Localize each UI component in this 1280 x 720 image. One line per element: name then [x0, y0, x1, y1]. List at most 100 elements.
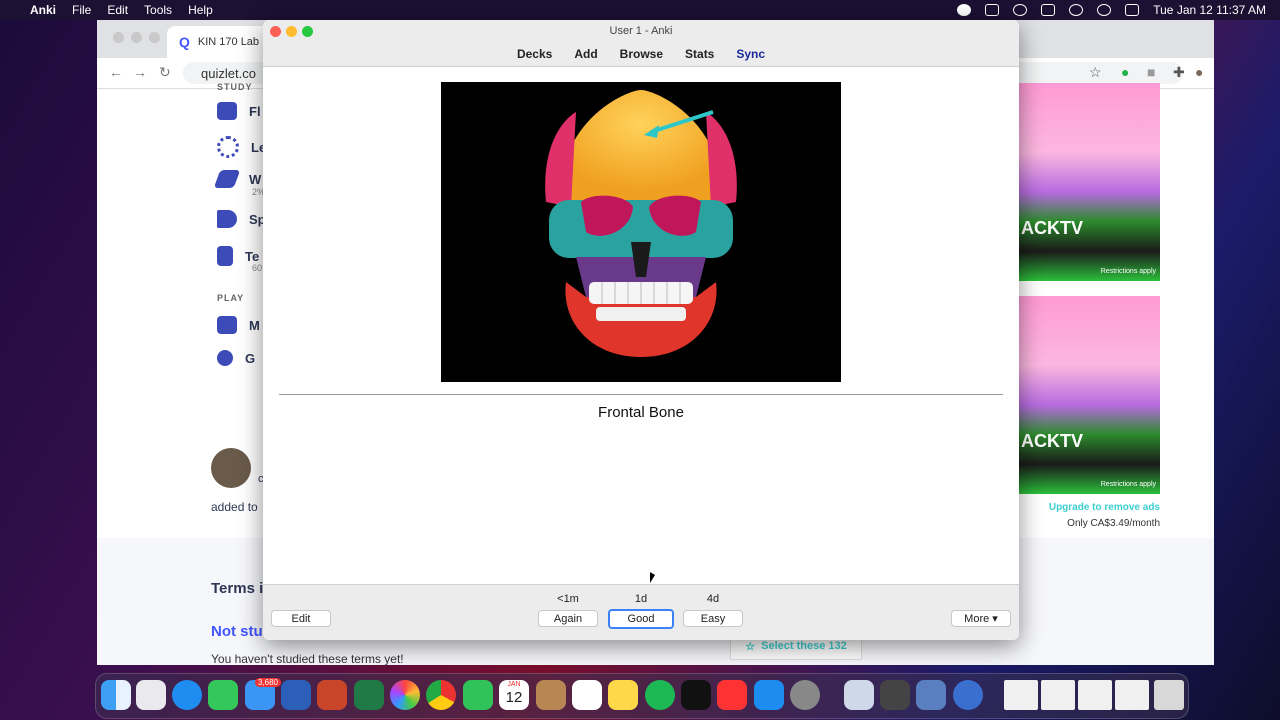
facetime-icon[interactable]: [463, 680, 493, 710]
chrome-zoom-button[interactable]: [149, 32, 160, 43]
nav-add[interactable]: Add: [574, 47, 597, 61]
play-gravity[interactable]: G: [217, 350, 255, 366]
nav-sync[interactable]: Sync: [736, 47, 765, 61]
photos-icon[interactable]: [390, 680, 420, 710]
user-avatar[interactable]: [211, 448, 251, 488]
search-icon[interactable]: [1097, 4, 1112, 16]
reminders-icon[interactable]: [572, 680, 602, 710]
again-interval: <1m: [557, 593, 579, 605]
address-bar-url: quizlet.co: [201, 65, 256, 81]
stop-recording-icon[interactable]: [957, 4, 972, 16]
quicktime-icon[interactable]: [953, 680, 983, 710]
recent-document-thumbnail[interactable]: [1041, 680, 1075, 710]
mail-badge: 3,680: [254, 678, 281, 687]
battery-icon[interactable]: [1041, 4, 1056, 16]
chrome-close-button[interactable]: [113, 32, 124, 43]
ad-restrictions-2: Restrictions apply: [1100, 481, 1156, 488]
mail-icon[interactable]: 3,680: [245, 678, 281, 710]
more-button[interactable]: More ▾: [951, 610, 1011, 627]
bookmark-star-icon[interactable]: ☆: [1089, 64, 1102, 81]
menubar-clock[interactable]: Tue Jan 12 11:37 AM: [1153, 3, 1266, 17]
contacts-icon[interactable]: [536, 680, 566, 710]
system-preferences-icon[interactable]: [790, 680, 820, 710]
calendar-month: JAN: [507, 681, 521, 688]
upgrade-price: Only CA$3.49/month: [1067, 518, 1160, 529]
control-center-icon[interactable]: [1125, 4, 1140, 16]
study-learn[interactable]: Le: [217, 136, 266, 158]
wifi-icon[interactable]: [1069, 4, 1084, 16]
spotify-icon[interactable]: [645, 680, 675, 710]
safari-icon[interactable]: [172, 680, 202, 710]
reload-icon[interactable]: ↻: [159, 64, 171, 81]
test-count: 60: [252, 263, 263, 273]
play-match[interactable]: M: [217, 316, 260, 334]
easy-button[interactable]: Easy: [683, 610, 743, 627]
terms-heading: Terms i: [211, 580, 264, 597]
nav-browse[interactable]: Browse: [620, 47, 663, 61]
messages-icon[interactable]: [208, 680, 238, 710]
extension-icon[interactable]: ■: [1147, 64, 1155, 80]
apple-tv-icon[interactable]: [681, 680, 711, 710]
recent-document-thumbnail[interactable]: [1115, 680, 1149, 710]
advertisement-top[interactable]: ACKTV Restrictions apply: [1019, 83, 1160, 281]
again-button[interactable]: Again: [538, 610, 598, 627]
star-icon: ☆: [745, 640, 756, 653]
question-answer-divider: [279, 394, 1003, 395]
grammarly-extension-icon[interactable]: ●: [1121, 64, 1129, 80]
recent-document-thumbnail[interactable]: [1004, 680, 1038, 710]
menu-app-anki[interactable]: Anki: [30, 3, 56, 17]
excel-icon[interactable]: [354, 680, 384, 710]
recent-document-thumbnail[interactable]: [1078, 680, 1112, 710]
cloud-icon[interactable]: [985, 4, 1000, 16]
chrome-minimize-button[interactable]: [131, 32, 142, 43]
launchpad-icon[interactable]: [136, 680, 166, 710]
puzzle-extensions-icon[interactable]: ✚: [1173, 64, 1185, 81]
speaker-icon: [217, 210, 237, 228]
back-arrow-icon[interactable]: ←: [109, 64, 123, 80]
chrome-icon[interactable]: [426, 680, 456, 710]
nav-decks[interactable]: Decks: [517, 47, 552, 61]
menu-edit[interactable]: Edit: [107, 3, 128, 17]
anki-window: User 1 - Anki Decks Add Browse Stats Syn…: [263, 20, 1019, 640]
menubar-status-area: Tue Jan 12 11:37 AM: [957, 0, 1266, 20]
word-icon[interactable]: [281, 680, 311, 710]
notes-icon[interactable]: [608, 680, 638, 710]
study-spell[interactable]: Sp: [217, 210, 266, 228]
calculator-icon[interactable]: [880, 680, 910, 710]
anki-dock-icon[interactable]: [916, 680, 946, 710]
menu-help[interactable]: Help: [188, 3, 213, 17]
anki-window-title: User 1 - Anki: [609, 25, 673, 37]
match-icon: [217, 316, 237, 334]
app-store-icon[interactable]: [754, 680, 784, 710]
menu-file[interactable]: File: [72, 3, 91, 17]
advertisement-bottom[interactable]: ACKTV Restrictions apply: [1019, 296, 1160, 494]
calendar-icon[interactable]: JAN 12: [499, 680, 529, 710]
anki-zoom-button[interactable]: [302, 26, 313, 37]
upgrade-link[interactable]: Upgrade to remove ads: [1049, 502, 1160, 513]
play-icon[interactable]: [1013, 4, 1028, 16]
profile-avatar-icon[interactable]: ●: [1195, 64, 1203, 80]
study-write[interactable]: W: [213, 170, 261, 188]
ad-title-2: ACKTV: [1021, 431, 1083, 451]
anki-close-button[interactable]: [270, 26, 281, 37]
chrome-tab-title: KIN 170 Lab M: [197, 36, 272, 48]
forward-arrow-icon[interactable]: →: [133, 64, 147, 80]
finder-icon[interactable]: [101, 680, 131, 710]
study-flashcards[interactable]: Fl: [217, 102, 261, 120]
anki-minimize-button[interactable]: [286, 26, 297, 37]
menu-tools[interactable]: Tools: [144, 3, 172, 17]
mouse-cursor-icon: [650, 572, 655, 583]
news-icon[interactable]: [717, 680, 747, 710]
macos-menubar: Anki File Edit Tools Help Tue Jan 12 11:…: [0, 0, 1280, 20]
nav-stats[interactable]: Stats: [685, 47, 714, 61]
anki-review-bar: Edit <1m 1d 4d Again Good Easy More ▾: [263, 584, 1019, 640]
good-interval: 1d: [634, 593, 648, 605]
preview-icon[interactable]: [844, 680, 874, 710]
edit-button[interactable]: Edit: [271, 610, 331, 627]
not-studied-heading: Not stu: [211, 623, 263, 640]
powerpoint-icon[interactable]: [317, 680, 347, 710]
ad-title: ACKTV: [1021, 218, 1083, 238]
learn-icon: [217, 136, 239, 158]
good-button[interactable]: Good: [608, 609, 674, 629]
trash-icon[interactable]: [1154, 680, 1184, 710]
